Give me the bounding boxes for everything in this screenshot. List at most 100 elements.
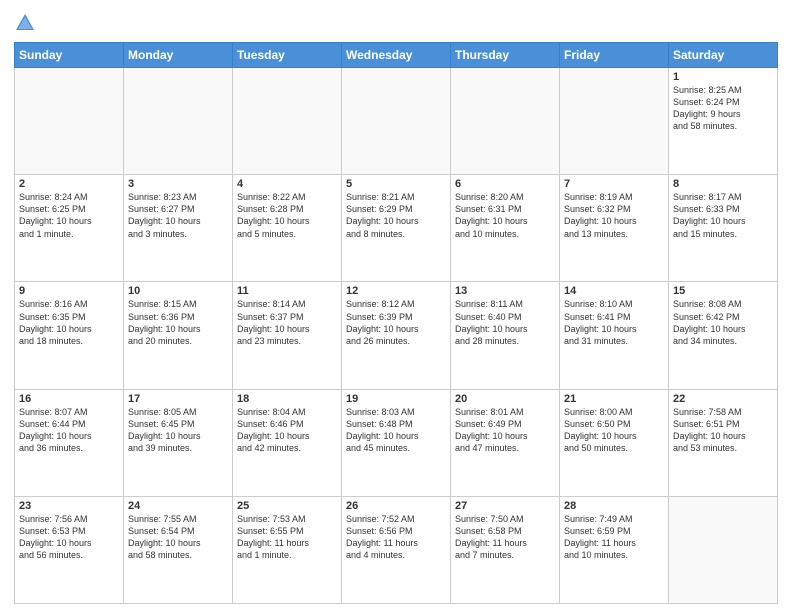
- day-number: 4: [237, 178, 337, 190]
- calendar-cell: [669, 496, 778, 603]
- day-number: 26: [346, 500, 446, 512]
- day-info: Sunrise: 8:04 AM Sunset: 6:46 PM Dayligh…: [237, 406, 337, 455]
- day-info: Sunrise: 7:53 AM Sunset: 6:55 PM Dayligh…: [237, 513, 337, 562]
- day-info: Sunrise: 7:55 AM Sunset: 6:54 PM Dayligh…: [128, 513, 228, 562]
- calendar-week-5: 23Sunrise: 7:56 AM Sunset: 6:53 PM Dayli…: [15, 496, 778, 603]
- day-number: 9: [19, 285, 119, 297]
- calendar-cell: 6Sunrise: 8:20 AM Sunset: 6:31 PM Daylig…: [451, 175, 560, 282]
- day-number: 21: [564, 393, 664, 405]
- day-number: 15: [673, 285, 773, 297]
- logo-icon: [14, 12, 36, 34]
- day-info: Sunrise: 8:12 AM Sunset: 6:39 PM Dayligh…: [346, 298, 446, 347]
- calendar-cell: 11Sunrise: 8:14 AM Sunset: 6:37 PM Dayli…: [233, 282, 342, 389]
- calendar-week-1: 1Sunrise: 8:25 AM Sunset: 6:24 PM Daylig…: [15, 68, 778, 175]
- calendar-cell: [124, 68, 233, 175]
- logo: [14, 12, 40, 34]
- day-info: Sunrise: 8:11 AM Sunset: 6:40 PM Dayligh…: [455, 298, 555, 347]
- calendar-cell: 27Sunrise: 7:50 AM Sunset: 6:58 PM Dayli…: [451, 496, 560, 603]
- header: [14, 12, 778, 34]
- calendar-cell: [451, 68, 560, 175]
- calendar-cell: 14Sunrise: 8:10 AM Sunset: 6:41 PM Dayli…: [560, 282, 669, 389]
- day-number: 14: [564, 285, 664, 297]
- day-info: Sunrise: 8:01 AM Sunset: 6:49 PM Dayligh…: [455, 406, 555, 455]
- calendar-cell: 20Sunrise: 8:01 AM Sunset: 6:49 PM Dayli…: [451, 389, 560, 496]
- calendar-cell: 21Sunrise: 8:00 AM Sunset: 6:50 PM Dayli…: [560, 389, 669, 496]
- calendar-cell: 5Sunrise: 8:21 AM Sunset: 6:29 PM Daylig…: [342, 175, 451, 282]
- calendar-cell: 13Sunrise: 8:11 AM Sunset: 6:40 PM Dayli…: [451, 282, 560, 389]
- day-number: 10: [128, 285, 228, 297]
- day-info: Sunrise: 8:16 AM Sunset: 6:35 PM Dayligh…: [19, 298, 119, 347]
- calendar: SundayMondayTuesdayWednesdayThursdayFrid…: [14, 42, 778, 604]
- day-number: 18: [237, 393, 337, 405]
- calendar-cell: [342, 68, 451, 175]
- day-number: 13: [455, 285, 555, 297]
- calendar-header-row: SundayMondayTuesdayWednesdayThursdayFrid…: [15, 43, 778, 68]
- day-info: Sunrise: 7:58 AM Sunset: 6:51 PM Dayligh…: [673, 406, 773, 455]
- day-number: 17: [128, 393, 228, 405]
- calendar-cell: [233, 68, 342, 175]
- day-info: Sunrise: 8:05 AM Sunset: 6:45 PM Dayligh…: [128, 406, 228, 455]
- day-info: Sunrise: 8:25 AM Sunset: 6:24 PM Dayligh…: [673, 84, 773, 133]
- day-number: 20: [455, 393, 555, 405]
- day-info: Sunrise: 8:17 AM Sunset: 6:33 PM Dayligh…: [673, 191, 773, 240]
- calendar-cell: 26Sunrise: 7:52 AM Sunset: 6:56 PM Dayli…: [342, 496, 451, 603]
- day-info: Sunrise: 7:56 AM Sunset: 6:53 PM Dayligh…: [19, 513, 119, 562]
- day-info: Sunrise: 8:24 AM Sunset: 6:25 PM Dayligh…: [19, 191, 119, 240]
- calendar-cell: 16Sunrise: 8:07 AM Sunset: 6:44 PM Dayli…: [15, 389, 124, 496]
- day-info: Sunrise: 7:49 AM Sunset: 6:59 PM Dayligh…: [564, 513, 664, 562]
- calendar-cell: 19Sunrise: 8:03 AM Sunset: 6:48 PM Dayli…: [342, 389, 451, 496]
- calendar-cell: 12Sunrise: 8:12 AM Sunset: 6:39 PM Dayli…: [342, 282, 451, 389]
- day-number: 6: [455, 178, 555, 190]
- day-number: 11: [237, 285, 337, 297]
- calendar-cell: 24Sunrise: 7:55 AM Sunset: 6:54 PM Dayli…: [124, 496, 233, 603]
- day-number: 28: [564, 500, 664, 512]
- day-info: Sunrise: 8:08 AM Sunset: 6:42 PM Dayligh…: [673, 298, 773, 347]
- day-info: Sunrise: 7:52 AM Sunset: 6:56 PM Dayligh…: [346, 513, 446, 562]
- calendar-cell: 17Sunrise: 8:05 AM Sunset: 6:45 PM Dayli…: [124, 389, 233, 496]
- day-number: 22: [673, 393, 773, 405]
- day-number: 24: [128, 500, 228, 512]
- calendar-cell: [560, 68, 669, 175]
- day-info: Sunrise: 8:03 AM Sunset: 6:48 PM Dayligh…: [346, 406, 446, 455]
- day-header-saturday: Saturday: [669, 43, 778, 68]
- calendar-cell: [15, 68, 124, 175]
- calendar-cell: 22Sunrise: 7:58 AM Sunset: 6:51 PM Dayli…: [669, 389, 778, 496]
- day-info: Sunrise: 8:19 AM Sunset: 6:32 PM Dayligh…: [564, 191, 664, 240]
- calendar-week-2: 2Sunrise: 8:24 AM Sunset: 6:25 PM Daylig…: [15, 175, 778, 282]
- day-number: 7: [564, 178, 664, 190]
- calendar-cell: 3Sunrise: 8:23 AM Sunset: 6:27 PM Daylig…: [124, 175, 233, 282]
- calendar-cell: 4Sunrise: 8:22 AM Sunset: 6:28 PM Daylig…: [233, 175, 342, 282]
- day-header-monday: Monday: [124, 43, 233, 68]
- calendar-cell: 25Sunrise: 7:53 AM Sunset: 6:55 PM Dayli…: [233, 496, 342, 603]
- day-info: Sunrise: 8:22 AM Sunset: 6:28 PM Dayligh…: [237, 191, 337, 240]
- day-header-wednesday: Wednesday: [342, 43, 451, 68]
- day-info: Sunrise: 7:50 AM Sunset: 6:58 PM Dayligh…: [455, 513, 555, 562]
- day-number: 3: [128, 178, 228, 190]
- day-info: Sunrise: 8:14 AM Sunset: 6:37 PM Dayligh…: [237, 298, 337, 347]
- day-header-tuesday: Tuesday: [233, 43, 342, 68]
- day-info: Sunrise: 8:20 AM Sunset: 6:31 PM Dayligh…: [455, 191, 555, 240]
- day-header-thursday: Thursday: [451, 43, 560, 68]
- calendar-week-4: 16Sunrise: 8:07 AM Sunset: 6:44 PM Dayli…: [15, 389, 778, 496]
- day-number: 16: [19, 393, 119, 405]
- day-number: 12: [346, 285, 446, 297]
- day-number: 25: [237, 500, 337, 512]
- calendar-cell: 2Sunrise: 8:24 AM Sunset: 6:25 PM Daylig…: [15, 175, 124, 282]
- calendar-cell: 10Sunrise: 8:15 AM Sunset: 6:36 PM Dayli…: [124, 282, 233, 389]
- calendar-cell: 1Sunrise: 8:25 AM Sunset: 6:24 PM Daylig…: [669, 68, 778, 175]
- day-number: 8: [673, 178, 773, 190]
- day-info: Sunrise: 8:07 AM Sunset: 6:44 PM Dayligh…: [19, 406, 119, 455]
- day-number: 19: [346, 393, 446, 405]
- day-number: 1: [673, 71, 773, 83]
- day-number: 2: [19, 178, 119, 190]
- day-info: Sunrise: 8:23 AM Sunset: 6:27 PM Dayligh…: [128, 191, 228, 240]
- day-info: Sunrise: 8:10 AM Sunset: 6:41 PM Dayligh…: [564, 298, 664, 347]
- calendar-cell: 18Sunrise: 8:04 AM Sunset: 6:46 PM Dayli…: [233, 389, 342, 496]
- day-info: Sunrise: 8:00 AM Sunset: 6:50 PM Dayligh…: [564, 406, 664, 455]
- day-number: 23: [19, 500, 119, 512]
- calendar-cell: 7Sunrise: 8:19 AM Sunset: 6:32 PM Daylig…: [560, 175, 669, 282]
- day-number: 27: [455, 500, 555, 512]
- day-info: Sunrise: 8:21 AM Sunset: 6:29 PM Dayligh…: [346, 191, 446, 240]
- page: SundayMondayTuesdayWednesdayThursdayFrid…: [0, 0, 792, 612]
- calendar-cell: 23Sunrise: 7:56 AM Sunset: 6:53 PM Dayli…: [15, 496, 124, 603]
